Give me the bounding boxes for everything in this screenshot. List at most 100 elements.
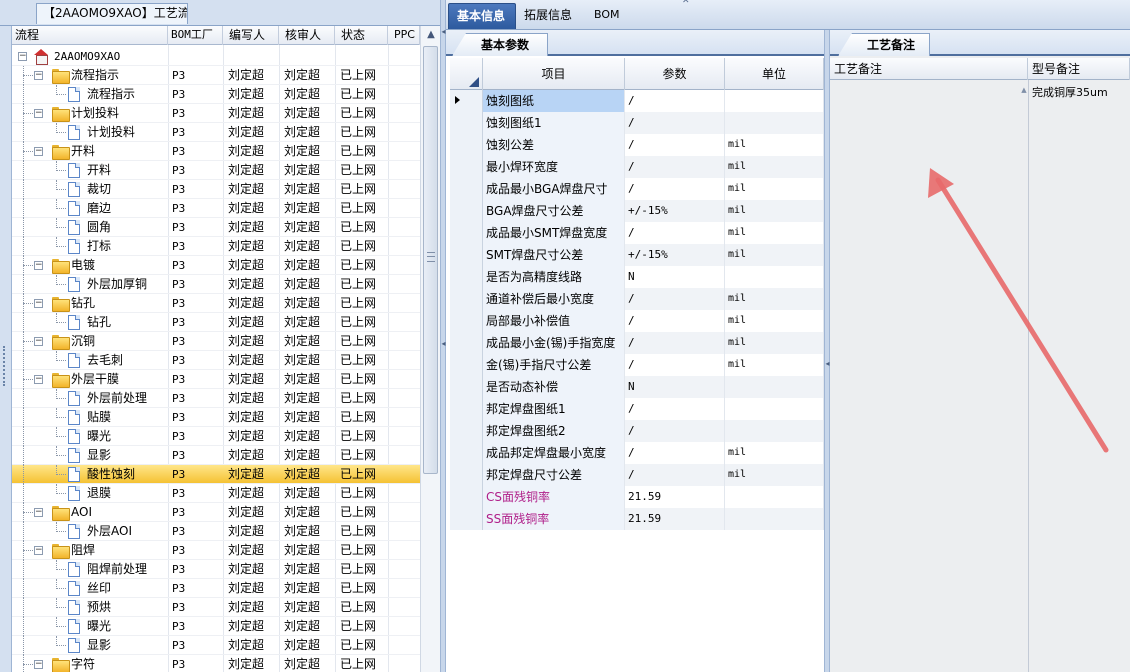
collapse-icon[interactable]: − xyxy=(34,147,43,156)
param-row[interactable]: 局部最小补偿值 / mil xyxy=(450,310,824,332)
tree-step-row[interactable]: 开料 P3 刘定超 刘定超 已上网 xyxy=(12,161,420,180)
param-value-cell[interactable]: / xyxy=(625,354,725,376)
param-value-cell[interactable]: / xyxy=(625,156,725,178)
param-row[interactable]: 成品最小金(锡)手指宽度 / mil xyxy=(450,332,824,354)
tree-step-row[interactable]: 计划投料 P3 刘定超 刘定超 已上网 xyxy=(12,123,420,142)
tree-step-row[interactable]: 外层前处理 P3 刘定超 刘定超 已上网 xyxy=(12,389,420,408)
tree-step-row[interactable]: 裁切 P3 刘定超 刘定超 已上网 xyxy=(12,180,420,199)
param-row[interactable]: CS面残铜率 21.59 xyxy=(450,486,824,508)
tree-step-row[interactable]: 酸性蚀刻 P3 刘定超 刘定超 已上网 xyxy=(12,465,420,484)
collapse-icon[interactable]: − xyxy=(34,508,43,517)
tree-group-row[interactable]: − 开料 P3 刘定超 刘定超 已上网 xyxy=(12,142,420,161)
row-indicator[interactable] xyxy=(450,486,483,508)
param-value-cell[interactable]: 21.59 xyxy=(625,508,725,530)
tree-step-row[interactable]: 丝印 P3 刘定超 刘定超 已上网 xyxy=(12,579,420,598)
tree-step-row[interactable]: 退膜 P3 刘定超 刘定超 已上网 xyxy=(12,484,420,503)
row-indicator[interactable] xyxy=(450,354,483,376)
param-value-cell[interactable]: N xyxy=(625,266,725,288)
tree-step-row[interactable]: 流程指示 P3 刘定超 刘定超 已上网 xyxy=(12,85,420,104)
column-header-status[interactable]: 状态 xyxy=(335,26,388,45)
tab-bom[interactable]: BOM xyxy=(586,3,626,29)
tree-root-row[interactable]: − 2AAOMO9XAO xyxy=(12,47,420,66)
tab-basic-params[interactable]: 基本参数 xyxy=(452,33,548,56)
tab-extended-info[interactable]: 拓展信息 xyxy=(516,3,586,29)
tree-group-row[interactable]: − 计划投料 P3 刘定超 刘定超 已上网 xyxy=(12,104,420,123)
tree-group-row[interactable]: − 流程指示 P3 刘定超 刘定超 已上网 xyxy=(12,66,420,85)
tree-step-row[interactable]: 钻孔 P3 刘定超 刘定超 已上网 xyxy=(12,313,420,332)
param-row[interactable]: 是否动态补偿 N xyxy=(450,376,824,398)
param-row[interactable]: 成品邦定焊盘最小宽度 / mil xyxy=(450,442,824,464)
scroll-thumb[interactable] xyxy=(423,46,438,474)
param-value-cell[interactable]: / xyxy=(625,90,725,112)
collapse-icon[interactable]: − xyxy=(34,660,43,669)
collapse-icon[interactable]: − xyxy=(34,109,43,118)
param-value-cell[interactable]: / xyxy=(625,134,725,156)
row-indicator[interactable] xyxy=(450,178,483,200)
param-row[interactable]: SMT焊盘尺寸公差 +/-15% mil xyxy=(450,244,824,266)
row-indicator[interactable] xyxy=(450,310,483,332)
tree-step-row[interactable]: 显影 P3 刘定超 刘定超 已上网 xyxy=(12,446,420,465)
param-value-cell[interactable]: / xyxy=(625,420,725,442)
param-value-cell[interactable]: / xyxy=(625,178,725,200)
collapse-icon[interactable]: − xyxy=(34,546,43,555)
row-indicator[interactable] xyxy=(450,442,483,464)
param-row[interactable]: 蚀刻图纸 / xyxy=(450,90,824,112)
collapse-icon[interactable]: − xyxy=(34,337,43,346)
param-row[interactable]: 通道补偿后最小宽度 / mil xyxy=(450,288,824,310)
param-row[interactable]: 金(锡)手指尺寸公差 / mil xyxy=(450,354,824,376)
param-value-cell[interactable]: / xyxy=(625,332,725,354)
tree-step-row[interactable]: 打标 P3 刘定超 刘定超 已上网 xyxy=(12,237,420,256)
param-row[interactable]: SS面残铜率 21.59 xyxy=(450,508,824,530)
tab-basic-info[interactable]: 基本信息 xyxy=(448,3,516,29)
column-header-process-notes[interactable]: 工艺备注 xyxy=(830,58,1028,80)
param-row[interactable]: 最小焊环宽度 / mil xyxy=(450,156,824,178)
param-row[interactable]: 成品最小SMT焊盘宽度 / mil xyxy=(450,222,824,244)
tree-group-row[interactable]: − 钻孔 P3 刘定超 刘定超 已上网 xyxy=(12,294,420,313)
tree-step-row[interactable]: 去毛刺 P3 刘定超 刘定超 已上网 xyxy=(12,351,420,370)
column-header-author[interactable]: 编写人 xyxy=(223,26,279,45)
tab-process-notes[interactable]: 工艺备注 xyxy=(838,33,930,56)
row-indicator[interactable] xyxy=(450,244,483,266)
left-collapse-edge[interactable] xyxy=(0,26,12,672)
tree-group-row[interactable]: − 字符 P3 刘定超 刘定超 已上网 xyxy=(12,655,420,672)
param-value-cell[interactable]: / xyxy=(625,288,725,310)
param-row[interactable]: 邦定焊盘图纸1/ xyxy=(450,398,824,420)
row-indicator[interactable] xyxy=(450,112,483,134)
close-icon[interactable]: ✕ xyxy=(682,0,690,6)
tree-step-row[interactable]: 曝光 P3 刘定超 刘定超 已上网 xyxy=(12,617,420,636)
param-row[interactable]: 是否为高精度线路 N xyxy=(450,266,824,288)
param-row[interactable]: 成品最小BGA焊盘尺寸 / mil xyxy=(450,178,824,200)
tree-step-row[interactable]: 贴膜 P3 刘定超 刘定超 已上网 xyxy=(12,408,420,427)
param-row[interactable]: 蚀刻公差 / mil xyxy=(450,134,824,156)
row-indicator[interactable] xyxy=(450,134,483,156)
param-row[interactable]: 邦定焊盘尺寸公差 / mil xyxy=(450,464,824,486)
row-indicator[interactable] xyxy=(450,288,483,310)
tree-group-row[interactable]: − AOI P3 刘定超 刘定超 已上网 xyxy=(12,503,420,522)
row-indicator[interactable] xyxy=(450,420,483,442)
column-header-ppc[interactable]: PPC xyxy=(388,26,420,45)
param-value-cell[interactable]: +/-15% xyxy=(625,200,725,222)
tree-step-row[interactable]: 外层加厚铜 P3 刘定超 刘定超 已上网 xyxy=(12,275,420,294)
column-header-unit[interactable]: 单位 xyxy=(725,58,824,90)
param-value-cell[interactable]: / xyxy=(625,310,725,332)
tree-step-row[interactable]: 曝光 P3 刘定超 刘定超 已上网 xyxy=(12,427,420,446)
param-value-cell[interactable]: / xyxy=(625,442,725,464)
tree-group-row[interactable]: − 电镀 P3 刘定超 刘定超 已上网 xyxy=(12,256,420,275)
tree-step-row[interactable]: 阻焊前处理 P3 刘定超 刘定超 已上网 xyxy=(12,560,420,579)
param-row[interactable]: 邦定焊盘图纸2/ xyxy=(450,420,824,442)
row-indicator[interactable] xyxy=(450,508,483,530)
param-row[interactable]: 蚀刻图纸1/ xyxy=(450,112,824,134)
row-indicator[interactable] xyxy=(450,90,483,112)
collapse-icon[interactable]: − xyxy=(34,261,43,270)
row-indicator[interactable] xyxy=(450,266,483,288)
column-header-item[interactable]: 项目 xyxy=(483,58,625,90)
param-value-cell[interactable]: / xyxy=(625,398,725,420)
column-header-model-notes[interactable]: 型号备注 xyxy=(1028,58,1130,80)
param-row[interactable]: BGA焊盘尺寸公差 +/-15% mil xyxy=(450,200,824,222)
row-indicator[interactable] xyxy=(450,332,483,354)
scroll-up-arrow-icon[interactable]: ▲ xyxy=(425,28,437,42)
param-value-cell[interactable]: / xyxy=(625,112,725,134)
param-value-cell[interactable]: 21.59 xyxy=(625,486,725,508)
row-indicator[interactable] xyxy=(450,464,483,486)
row-indicator[interactable] xyxy=(450,222,483,244)
